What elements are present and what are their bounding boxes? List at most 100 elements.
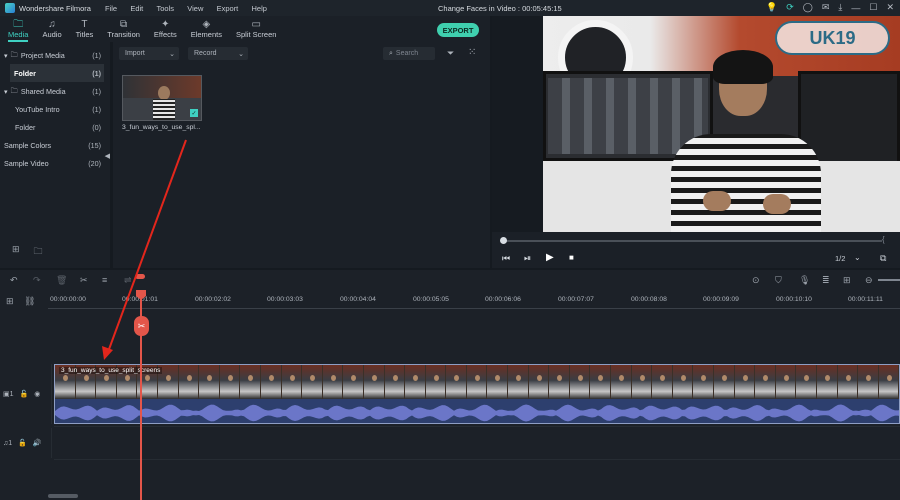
- import-dropdown[interactable]: Import ⌄: [119, 47, 179, 60]
- folder-icon: 🗀: [10, 85, 18, 95]
- voiceover-icon[interactable]: ≣: [822, 275, 830, 286]
- tab-transition[interactable]: ⧉ Transition: [107, 16, 140, 39]
- export-button[interactable]: EXPORT: [437, 23, 479, 37]
- add-track-icon[interactable]: ⊞: [6, 296, 14, 307]
- mic-icon[interactable]: 🎙: [799, 275, 810, 286]
- account-icon[interactable]: ◯: [803, 2, 813, 13]
- chevron-down-icon[interactable]: ⌄: [854, 253, 861, 262]
- ruler-tick-label: 00:00:04:04: [340, 296, 376, 303]
- quality-select[interactable]: 1/2: [835, 254, 845, 263]
- menu-help[interactable]: Help: [252, 4, 267, 13]
- clip-frame: [837, 365, 859, 399]
- ruler-tick-label: 00:00:11:11: [848, 296, 883, 303]
- split-scissor-button[interactable]: ✂: [134, 316, 149, 336]
- search-icon: ⌕: [389, 49, 393, 57]
- clip-frame: [363, 365, 385, 399]
- mail-icon[interactable]: ✉: [822, 2, 830, 13]
- ruler-tick-label: 00:00:03:03: [267, 296, 303, 303]
- zoom-out-icon[interactable]: ⊖: [865, 275, 873, 286]
- clip-frame: [219, 365, 241, 399]
- cut-icon[interactable]: ✂: [80, 275, 88, 286]
- sidebar-item-project-media[interactable]: ▾ 🗀 Project Media (1): [0, 46, 110, 64]
- project-title: Change Faces in Video : 00:05:45:15: [438, 4, 562, 13]
- delete-icon[interactable]: 🗑: [56, 275, 67, 286]
- music-note-icon: ♫: [48, 19, 56, 30]
- chevron-down-icon: ⌄: [238, 50, 244, 58]
- clip-frame: [590, 365, 612, 399]
- sidebar-item-folder[interactable]: Folder (0): [0, 118, 110, 136]
- stop-icon[interactable]: ■: [569, 253, 574, 262]
- sidebar-item-youtube-intro[interactable]: YouTube Intro (1): [0, 100, 110, 118]
- menu-file[interactable]: File: [105, 4, 117, 13]
- folder-icon[interactable]: 🗀: [34, 244, 43, 260]
- menu-view[interactable]: View: [187, 4, 203, 13]
- ruler-tick-label: 00:00:02:02: [195, 296, 231, 303]
- check-icon: ✓: [190, 109, 198, 117]
- clip-frame: [569, 365, 591, 399]
- download-icon[interactable]: ⤓: [838, 2, 842, 13]
- record-dropdown[interactable]: Record ⌄: [188, 47, 248, 60]
- close-icon[interactable]: ✕: [886, 2, 894, 13]
- new-folder-icon[interactable]: ⊞: [12, 244, 20, 260]
- clip-frame: [796, 365, 817, 399]
- filter-icon[interactable]: ⏷: [447, 48, 454, 59]
- tab-titles[interactable]: T Titles: [76, 16, 94, 39]
- clip-frame: [425, 365, 447, 399]
- folder-icon: 🗀: [13, 19, 24, 30]
- tab-effects[interactable]: ✦ Effects: [154, 16, 177, 39]
- text-icon: T: [81, 19, 88, 30]
- eye-icon[interactable]: ◉: [34, 390, 40, 398]
- clip-frame: [343, 365, 364, 399]
- speaker-icon[interactable]: 🔊: [33, 439, 42, 447]
- lock-icon[interactable]: 🔓: [18, 439, 27, 447]
- audio-waveform: [55, 404, 899, 422]
- video-track-header: ▣1 🔓 ◉: [0, 364, 52, 424]
- sidebar-item-sample-colors[interactable]: Sample Colors (15): [0, 136, 110, 154]
- snapshot-icon[interactable]: ⊞: [843, 275, 851, 286]
- ruler-tick-label: 00:00:07:07: [558, 296, 594, 303]
- marker-icon[interactable]: ⛉: [775, 275, 782, 286]
- tab-media[interactable]: 🗀 Media: [8, 16, 29, 42]
- zoom-slider[interactable]: [878, 279, 900, 281]
- menu-tools[interactable]: Tools: [156, 4, 174, 13]
- sidebar-item-folder-selected[interactable]: Folder (1): [10, 64, 104, 82]
- link-icon[interactable]: ⛓: [24, 296, 35, 307]
- ruler-tick-label: 00:00:05:05: [413, 296, 449, 303]
- preview-progress-bar[interactable]: [502, 240, 882, 242]
- undo-icon[interactable]: ↶: [10, 275, 18, 286]
- grid-view-icon[interactable]: ⁙: [468, 47, 476, 58]
- preview-controls: { ⏮ ⏯ ▶ ■ 1/2 ⌄ ⧉: [492, 232, 900, 268]
- timeline-scrollbar[interactable]: [48, 494, 78, 498]
- adjust-icon[interactable]: ≡: [102, 275, 107, 285]
- sync-icon[interactable]: ⟳: [786, 2, 794, 13]
- collapse-sidebar-icon[interactable]: ◀: [105, 152, 110, 160]
- track-divider: [54, 426, 900, 427]
- tab-split-screen[interactable]: ▭ Split Screen: [236, 16, 276, 39]
- clip-frame: [858, 365, 879, 399]
- search-input[interactable]: ⌕ Search: [383, 47, 435, 60]
- timeline-ruler[interactable]: 00:00:00:00 00:00:01:01 00:00:02:02 00:0…: [48, 292, 900, 314]
- tab-elements[interactable]: ◈ Elements: [191, 16, 222, 39]
- minimize-icon[interactable]: —: [851, 3, 860, 13]
- step-back-icon[interactable]: ⏮: [502, 253, 510, 264]
- ruler-tick-label: 00:00:08:08: [631, 296, 667, 303]
- module-toolbar: 🗀 Media ♫ Audio T Titles ⧉ Transition ✦ Effec…: [0, 16, 490, 42]
- menu-edit[interactable]: Edit: [130, 4, 143, 13]
- clip-name: 3_fun_ways_to_use_split_screens: [59, 367, 163, 374]
- play-reverse-icon[interactable]: ⏯: [524, 253, 531, 264]
- lock-icon[interactable]: 🔓: [20, 390, 29, 398]
- render-icon[interactable]: ⊙: [752, 275, 760, 286]
- menu-export[interactable]: Export: [217, 4, 239, 13]
- sidebar-item-sample-video[interactable]: Sample Video (20): [0, 154, 110, 172]
- tab-audio[interactable]: ♫ Audio: [42, 16, 61, 39]
- monitor-icon[interactable]: ⧉: [880, 253, 886, 264]
- maximize-icon[interactable]: ☐: [869, 2, 877, 13]
- audio-stretch-icon[interactable]: ⇌: [124, 275, 132, 286]
- media-thumbnail[interactable]: ✓: [122, 75, 202, 121]
- sidebar-item-shared-media[interactable]: ▾ 🗀 Shared Media (1): [0, 82, 110, 100]
- preview-scrubber-handle[interactable]: [500, 237, 507, 244]
- redo-icon[interactable]: ↷: [33, 275, 41, 286]
- play-icon[interactable]: ▶: [546, 252, 554, 263]
- video-clip[interactable]: 3_fun_ways_to_use_split_screens: [54, 364, 900, 424]
- bulb-icon[interactable]: 💡: [766, 2, 777, 13]
